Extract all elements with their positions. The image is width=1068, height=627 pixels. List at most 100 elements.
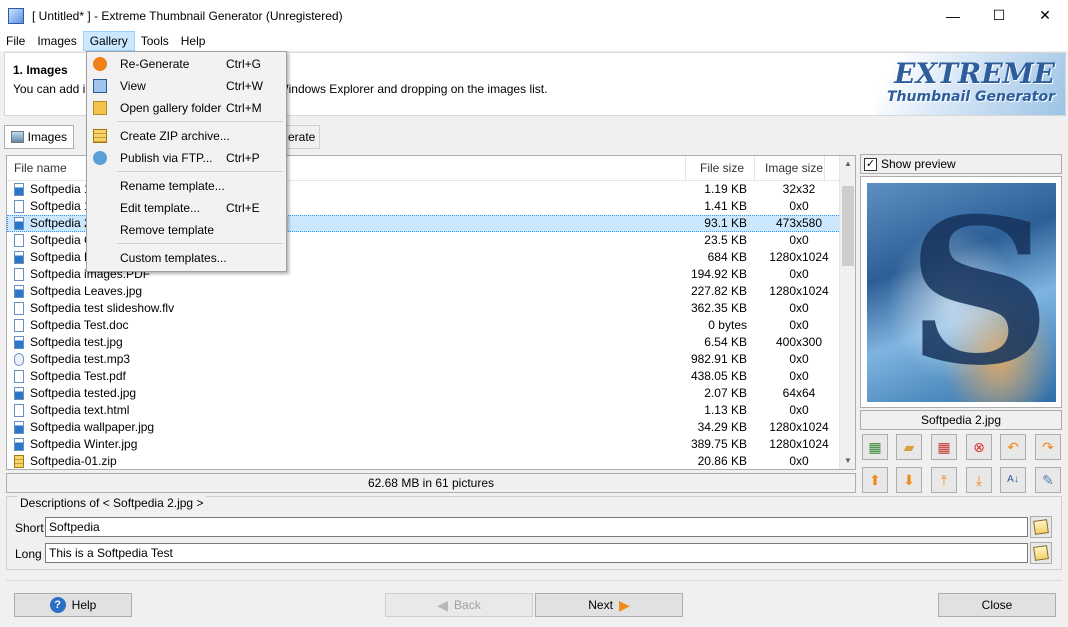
move-bottom-button[interactable]: ⤓ xyxy=(966,467,992,493)
table-row[interactable]: Softpedia Winter.jpg 389.75 KB 1280x1024 xyxy=(7,436,841,453)
add-images-button[interactable]: ▦ xyxy=(862,434,888,460)
zip-file-icon xyxy=(14,455,24,468)
menu-file[interactable]: File xyxy=(0,31,31,51)
image-file-icon xyxy=(14,251,24,264)
edit-template-shortcut: Ctrl+E xyxy=(226,201,260,215)
scroll-down-icon[interactable]: ▼ xyxy=(840,453,855,469)
menu-item-view[interactable]: View Ctrl+W xyxy=(89,76,284,96)
table-row[interactable]: Softpedia test.mp3 982.91 KB 0x0 xyxy=(7,351,841,368)
move-up-icon: ⬆ xyxy=(869,472,881,488)
row-file-size: 227.82 KB xyxy=(690,284,747,298)
remove-images-icon: ▦ xyxy=(937,439,951,455)
menu-item-edit-template[interactable]: Edit template... Ctrl+E xyxy=(89,198,284,218)
menu-item-rename-template[interactable]: Rename template... xyxy=(89,176,284,196)
table-row[interactable]: Softpedia-01.zip 20.86 KB 0x0 xyxy=(7,453,841,469)
back-button[interactable]: ◀ Back xyxy=(385,593,533,617)
column-image-size[interactable]: Image size xyxy=(765,156,823,181)
column-file-size[interactable]: File size xyxy=(700,156,744,181)
clear-list-button[interactable]: ⊗ xyxy=(966,434,992,460)
list-scrollbar[interactable]: ▲ ▼ xyxy=(839,156,855,469)
undo-button[interactable]: ↶ xyxy=(1000,434,1026,460)
step-description-end: Windows Explorer and dropping on the ima… xyxy=(277,82,548,96)
sort-button[interactable]: A↓ xyxy=(1000,467,1026,493)
add-folder-button[interactable]: ▰ xyxy=(896,434,922,460)
add-images-icon: ▦ xyxy=(868,439,882,455)
menu-item-custom-templates[interactable]: Custom templates... xyxy=(89,248,284,268)
long-description-field[interactable]: This is a Softpedia Test xyxy=(45,543,1028,563)
maximize-button[interactable]: ☐ xyxy=(976,0,1022,31)
menu-item-open-folder[interactable]: Open gallery folder Ctrl+M xyxy=(89,98,284,118)
help-button[interactable]: ? Help xyxy=(14,593,132,617)
row-file-size: 34.29 KB xyxy=(697,420,747,434)
row-file-size: 1.19 KB xyxy=(704,182,747,196)
edit-short-button[interactable] xyxy=(1030,516,1052,538)
tab-generate[interactable]: erate xyxy=(282,125,320,149)
tab-images[interactable]: Images xyxy=(4,125,74,149)
row-file-size: 20.86 KB xyxy=(697,454,747,468)
image-file-icon xyxy=(14,285,24,298)
descriptions-group: Descriptions of < Softpedia 2.jpg > Shor… xyxy=(6,496,1062,570)
menu-item-regenerate[interactable]: Re-Generate Ctrl+G xyxy=(89,54,284,74)
menu-help[interactable]: Help xyxy=(175,31,212,51)
table-row[interactable]: Softpedia Test.doc 0 bytes 0x0 xyxy=(7,317,841,334)
scroll-up-icon[interactable]: ▲ xyxy=(840,156,855,172)
open-folder-shortcut: Ctrl+M xyxy=(226,101,262,115)
column-file-name[interactable]: File name xyxy=(14,156,67,181)
row-file-size: 0 bytes xyxy=(708,318,747,332)
table-row[interactable]: Softpedia Test.pdf 438.05 KB 0x0 xyxy=(7,368,841,385)
step-description-start: You can add im xyxy=(13,82,96,96)
table-row[interactable]: Softpedia tested.jpg 2.07 KB 64x64 xyxy=(7,385,841,402)
window-title: [ Untitled* ] - Extreme Thumbnail Genera… xyxy=(32,8,343,23)
row-image-size: 0x0 xyxy=(789,352,809,366)
blank-file-icon xyxy=(14,234,24,247)
row-file-name: Softpedia-01.zip xyxy=(30,454,117,468)
next-button-label: Next xyxy=(588,598,613,612)
edit-description-icon: ✎ xyxy=(1042,472,1054,488)
row-file-size: 2.07 KB xyxy=(704,386,747,400)
move-down-icon: ⬇ xyxy=(903,472,915,488)
table-row[interactable]: Softpedia text.html 1.13 KB 0x0 xyxy=(7,402,841,419)
show-preview-checkbox[interactable]: ✓ Show preview xyxy=(860,154,1062,174)
row-file-size: 982.91 KB xyxy=(690,352,747,366)
table-row[interactable]: Softpedia wallpaper.jpg 34.29 KB 1280x1024 xyxy=(7,419,841,436)
table-row[interactable]: Softpedia test.jpg 6.54 KB 400x300 xyxy=(7,334,841,351)
move-up-button[interactable]: ⬆ xyxy=(862,467,888,493)
sort-az-icon: A↓ xyxy=(1007,474,1019,485)
edit-description-button[interactable]: ✎ xyxy=(1035,467,1061,493)
row-image-size: 0x0 xyxy=(789,369,809,383)
menu-item-ftp[interactable]: Publish via FTP... Ctrl+P xyxy=(89,148,284,168)
image-file-icon xyxy=(14,421,24,434)
scroll-thumb[interactable] xyxy=(842,186,854,266)
move-top-button[interactable]: ⤒ xyxy=(931,467,957,493)
long-label: Long xyxy=(15,547,42,561)
move-bottom-icon: ⤓ xyxy=(975,472,983,488)
image-file-icon xyxy=(14,217,24,230)
menu-item-remove-template[interactable]: Remove template xyxy=(89,220,284,240)
next-arrow-icon: ▶ xyxy=(618,596,630,613)
folder-icon xyxy=(93,101,107,115)
custom-templates-label: Custom templates... xyxy=(120,251,227,265)
preview-panel: S xyxy=(860,176,1062,408)
edit-long-button[interactable] xyxy=(1030,542,1052,564)
ftp-shortcut: Ctrl+P xyxy=(226,151,260,165)
short-description-field[interactable]: Softpedia xyxy=(45,517,1028,537)
row-file-size: 1.13 KB xyxy=(704,403,747,417)
close-button[interactable]: Close xyxy=(938,593,1056,617)
next-button[interactable]: Next ▶ xyxy=(535,593,683,617)
menu-item-zip[interactable]: Create ZIP archive... xyxy=(89,126,284,146)
close-window-button[interactable]: ✕ xyxy=(1022,0,1068,31)
table-row[interactable]: Softpedia test slideshow.flv 362.35 KB 0x0 xyxy=(7,300,841,317)
redo-button[interactable]: ↷ xyxy=(1035,434,1061,460)
menu-gallery[interactable]: Gallery xyxy=(82,31,135,51)
row-file-name: Softpedia test.jpg xyxy=(30,335,123,349)
row-image-size: 0x0 xyxy=(789,199,809,213)
remove-images-button[interactable]: ▦ xyxy=(931,434,957,460)
minimize-button[interactable]: — xyxy=(930,0,976,31)
window-controls: — ☐ ✕ xyxy=(930,0,1068,31)
menu-tools[interactable]: Tools xyxy=(135,31,175,51)
divider xyxy=(6,580,1062,581)
row-image-size: 0x0 xyxy=(789,267,809,281)
table-row[interactable]: Softpedia Leaves.jpg 227.82 KB 1280x1024 xyxy=(7,283,841,300)
move-down-button[interactable]: ⬇ xyxy=(896,467,922,493)
menu-images[interactable]: Images xyxy=(31,31,82,51)
